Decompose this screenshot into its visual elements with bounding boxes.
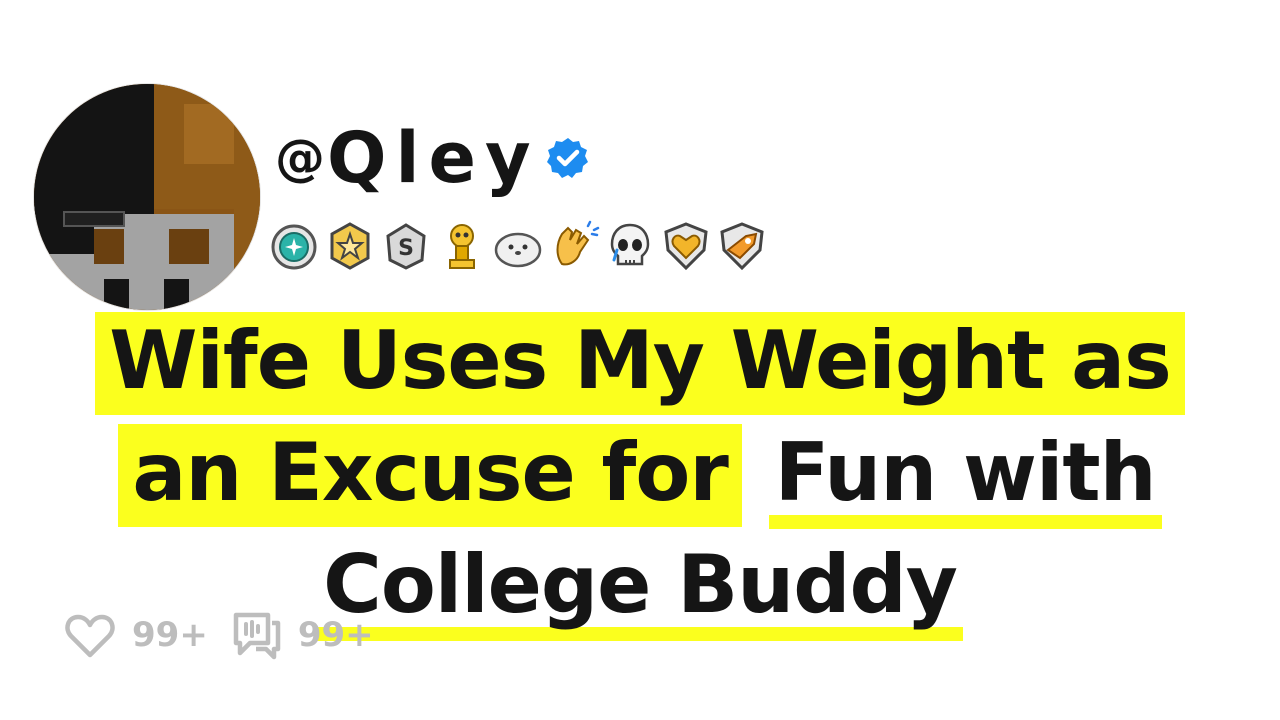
teal-medal-icon[interactable] (268, 220, 320, 272)
seal-icon[interactable] (492, 220, 544, 272)
post-title[interactable]: Wife Uses My Weight as an Excuse for Fun… (40, 305, 1240, 641)
username-handle: Qley (327, 117, 540, 199)
gold-trophy-icon[interactable] (436, 220, 488, 272)
svg-text:S: S (398, 236, 414, 261)
heart-icon[interactable] (62, 607, 118, 663)
like-count: 99+ (132, 615, 208, 655)
crying-skull-icon[interactable] (604, 220, 656, 272)
comment-icon[interactable] (228, 607, 284, 663)
award-row: S (268, 220, 768, 272)
title-highlight-line-2: an Excuse for (118, 424, 742, 527)
title-highlight-line-1: Wife Uses My Weight as (95, 312, 1185, 415)
silver-s-medal-icon[interactable]: S (380, 220, 432, 272)
username[interactable]: @ Qley (275, 117, 590, 199)
clapping-hands-icon[interactable] (548, 220, 600, 272)
gold-heart-shield-icon[interactable] (660, 220, 712, 272)
title-underline-line-2: College Buddy (317, 538, 963, 641)
comment-count: 99+ (297, 615, 374, 655)
at-sign: @ (275, 129, 325, 187)
pixel-avatar-icon (34, 84, 260, 310)
avatar[interactable] (34, 84, 260, 310)
verified-badge-icon (546, 138, 588, 178)
gold-star-medal-icon[interactable] (324, 220, 376, 272)
gold-rocket-shield-icon[interactable] (716, 220, 768, 272)
post-stats: 99+ 99+ (62, 608, 394, 662)
title-underline-line-1: Fun with (768, 426, 1162, 529)
